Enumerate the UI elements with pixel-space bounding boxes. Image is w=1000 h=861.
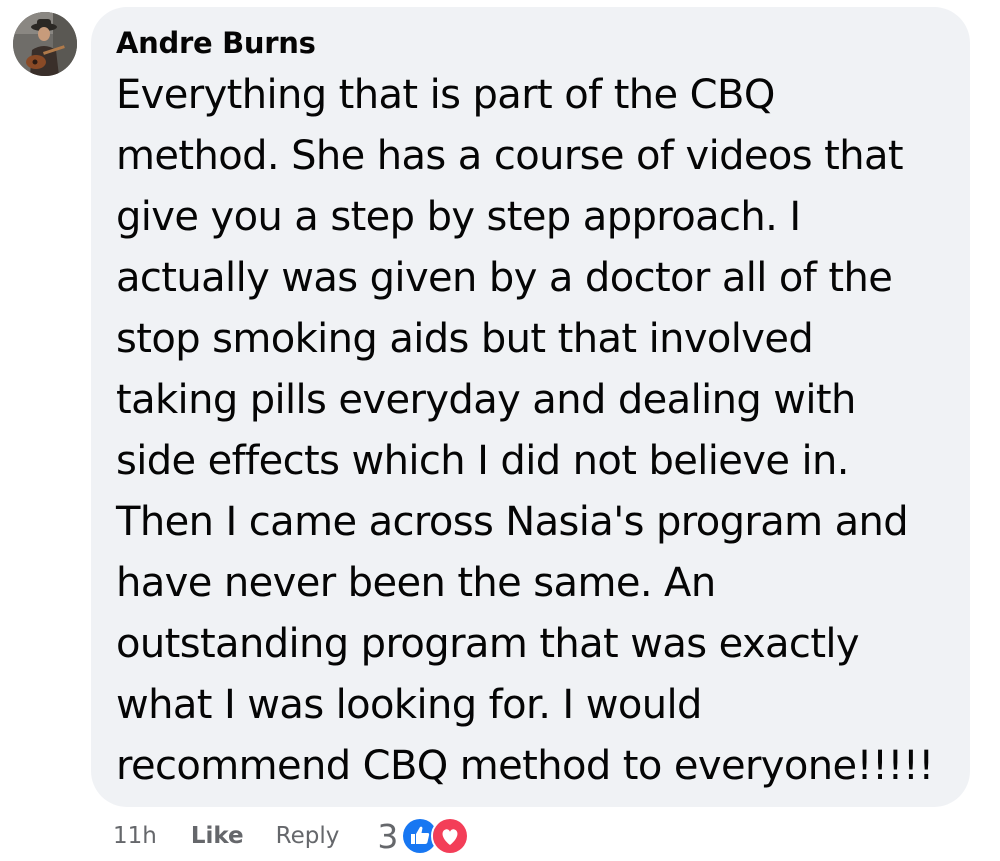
comment-line: have never been the same. An — [116, 560, 716, 606]
comment-line: what I was looking for. I would — [116, 682, 702, 728]
comment-line: side effects which I did not believe in. — [116, 438, 849, 484]
comment-line: recommend CBQ method to everyone!!!!! — [116, 743, 934, 789]
love-reaction-icon — [431, 817, 470, 855]
comment-line: stop smoking aids but that involved — [116, 316, 814, 362]
comment-line: Then I came across Nasia's program and — [116, 499, 909, 545]
comment: Andre Burns Everything that is part of t… — [0, 0, 1000, 861]
comment-bubble: Andre Burns Everything that is part of t… — [91, 7, 970, 807]
comment-line: actually was given by a doctor all of th… — [116, 255, 893, 301]
comment-line: method. She has a course of videos that — [116, 133, 904, 179]
reaction-count: 3 — [377, 816, 399, 856]
comment-line: outstanding program that was exactly — [116, 621, 860, 667]
comment-actions: 11h Like Reply 3 — [113, 814, 470, 858]
comment-text: Everything that is part of the CBQ metho… — [116, 65, 950, 797]
comment-line: Everything that is part of the CBQ — [116, 72, 775, 118]
comment-line: give you a step by step approach. I — [116, 194, 801, 240]
reply-button[interactable]: Reply — [276, 823, 340, 849]
comment-timestamp[interactable]: 11h — [113, 823, 157, 849]
reaction-summary[interactable]: 3 — [377, 816, 470, 856]
like-button[interactable]: Like — [191, 823, 244, 849]
avatar[interactable] — [13, 12, 77, 76]
comment-line: taking pills everyday and dealing with — [116, 377, 856, 423]
comment-author[interactable]: Andre Burns — [116, 25, 950, 61]
user-avatar-icon — [13, 12, 77, 76]
